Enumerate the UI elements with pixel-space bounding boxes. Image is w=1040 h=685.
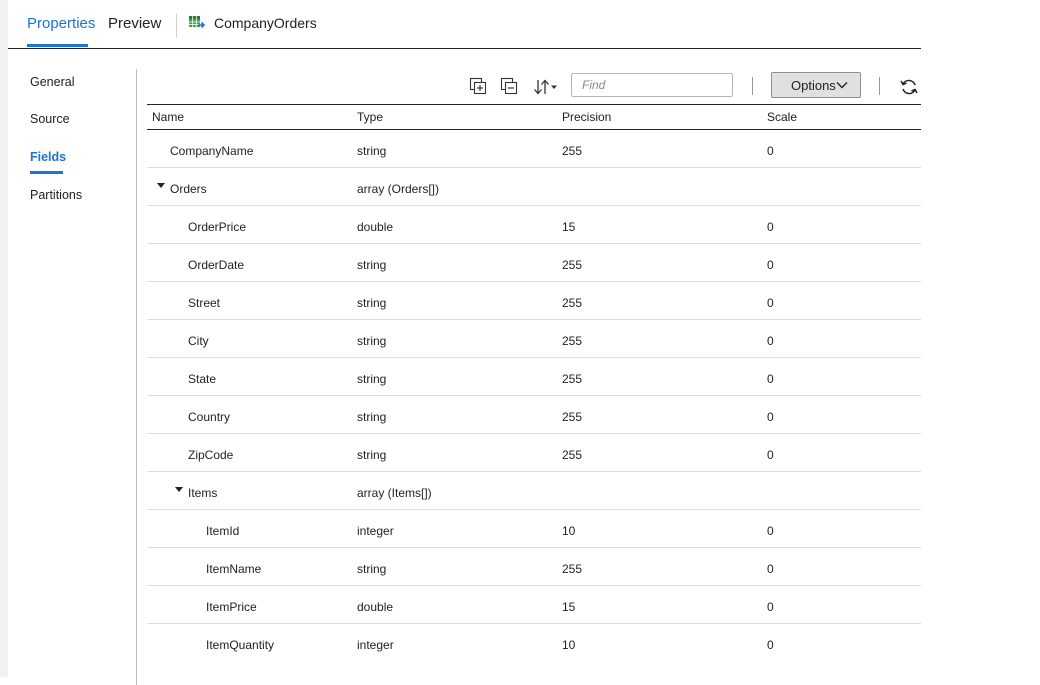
field-type: integer xyxy=(357,638,394,652)
field-scale: 0 xyxy=(767,524,774,538)
field-precision: 10 xyxy=(562,524,576,538)
field-type: string xyxy=(357,372,387,386)
field-scale: 0 xyxy=(767,600,774,614)
toolbar-separator xyxy=(879,77,880,95)
field-precision: 15 xyxy=(562,600,576,614)
table-row[interactable]: Orders array (Orders[]) xyxy=(147,168,921,206)
sort-icon[interactable] xyxy=(532,76,560,98)
collapse-caret-icon[interactable] xyxy=(157,183,165,188)
nav-divider xyxy=(136,69,137,685)
field-scale: 0 xyxy=(767,220,774,234)
tab-active-indicator xyxy=(27,44,88,47)
properties-panel: Properties Preview CompanyOrders General… xyxy=(8,8,921,685)
field-name: Orders xyxy=(170,182,207,196)
table-row[interactable]: CompanyName string 255 0 xyxy=(147,130,921,168)
field-name: City xyxy=(188,334,209,348)
table-row[interactable]: ItemPrice double 15 0 xyxy=(147,586,921,624)
field-type: string xyxy=(357,410,387,424)
field-name: ItemName xyxy=(206,562,262,576)
table-row[interactable]: Country string 255 0 xyxy=(147,396,921,434)
field-scale: 0 xyxy=(767,334,774,348)
table-header: Name Type Precision Scale xyxy=(147,104,921,130)
field-scale: 0 xyxy=(767,258,774,272)
tab-bar: Properties Preview CompanyOrders xyxy=(8,8,921,49)
field-type: string xyxy=(357,334,387,348)
field-precision: 255 xyxy=(562,372,583,386)
field-name: Country xyxy=(188,410,231,424)
table-row[interactable]: ItemQuantity integer 10 0 xyxy=(147,624,921,661)
nav-source[interactable]: Source xyxy=(30,112,70,126)
field-name: Items xyxy=(188,486,218,500)
right-blank-area xyxy=(921,0,1040,677)
field-type: array (Orders[]) xyxy=(357,182,440,196)
nav-general[interactable]: General xyxy=(30,75,74,89)
table-row[interactable]: OrderPrice double 15 0 xyxy=(147,206,921,244)
field-precision: 255 xyxy=(562,144,583,158)
header-scale[interactable]: Scale xyxy=(767,110,797,124)
field-scale: 0 xyxy=(767,296,774,310)
table-row[interactable]: OrderDate string 255 0 xyxy=(147,244,921,282)
field-scale: 0 xyxy=(767,638,774,652)
field-scale: 0 xyxy=(767,372,774,386)
chevron-down-icon xyxy=(836,82,848,89)
field-precision: 15 xyxy=(562,220,576,234)
object-name: CompanyOrders xyxy=(214,15,317,31)
field-type: string xyxy=(357,562,387,576)
header-name[interactable]: Name xyxy=(152,110,184,124)
field-precision: 255 xyxy=(562,448,583,462)
table-row[interactable]: ZipCode string 255 0 xyxy=(147,434,921,472)
refresh-icon[interactable] xyxy=(898,76,920,98)
field-precision: 255 xyxy=(562,562,583,576)
field-name: OrderDate xyxy=(188,258,245,272)
left-shade xyxy=(0,0,8,677)
field-type: string xyxy=(357,144,387,158)
tab-preview[interactable]: Preview xyxy=(108,15,161,32)
collapse-all-icon[interactable] xyxy=(499,76,521,98)
options-label: Options xyxy=(791,78,836,93)
field-scale: 0 xyxy=(767,448,774,462)
table-icon xyxy=(189,16,205,29)
toolbar-separator xyxy=(752,77,753,95)
collapse-caret-icon[interactable] xyxy=(175,487,183,492)
field-name: State xyxy=(188,372,217,386)
field-type: string xyxy=(357,258,387,272)
table-row[interactable]: Street string 255 0 xyxy=(147,282,921,320)
field-scale: 0 xyxy=(767,410,774,424)
expand-all-icon[interactable] xyxy=(468,76,490,98)
field-scale: 0 xyxy=(767,562,774,576)
tab-separator xyxy=(176,14,177,38)
field-type: array (Items[]) xyxy=(357,486,432,500)
field-name: ItemId xyxy=(206,524,240,538)
nav-active-indicator xyxy=(30,171,63,174)
field-type: integer xyxy=(357,524,394,538)
table-row[interactable]: ItemId integer 10 0 xyxy=(147,510,921,548)
field-scale: 0 xyxy=(767,144,774,158)
nav-partitions[interactable]: Partitions xyxy=(30,188,82,202)
options-button[interactable]: Options xyxy=(771,72,861,98)
field-name: ItemPrice xyxy=(206,600,257,614)
table-row[interactable]: State string 255 0 xyxy=(147,358,921,396)
field-name: ItemQuantity xyxy=(206,638,275,652)
field-name: Street xyxy=(188,296,221,310)
table-row[interactable]: Items array (Items[]) xyxy=(147,472,921,510)
field-precision: 255 xyxy=(562,334,583,348)
field-precision: 255 xyxy=(562,258,583,272)
table-row[interactable]: ItemName string 255 0 xyxy=(147,548,921,586)
field-type: string xyxy=(357,296,387,310)
field-type: double xyxy=(357,600,394,614)
header-precision[interactable]: Precision xyxy=(562,110,611,124)
field-precision: 255 xyxy=(562,296,583,310)
field-precision: 10 xyxy=(562,638,576,652)
find-input[interactable] xyxy=(571,73,733,97)
header-type[interactable]: Type xyxy=(357,110,383,124)
field-name: OrderPrice xyxy=(188,220,247,234)
table-row[interactable]: City string 255 0 xyxy=(147,320,921,358)
nav-fields[interactable]: Fields xyxy=(30,150,66,164)
tab-properties[interactable]: Properties xyxy=(27,15,95,32)
field-type: double xyxy=(357,220,394,234)
field-precision: 255 xyxy=(562,410,583,424)
field-type: string xyxy=(357,448,387,462)
field-name: CompanyName xyxy=(170,144,254,158)
field-name: ZipCode xyxy=(188,448,234,462)
